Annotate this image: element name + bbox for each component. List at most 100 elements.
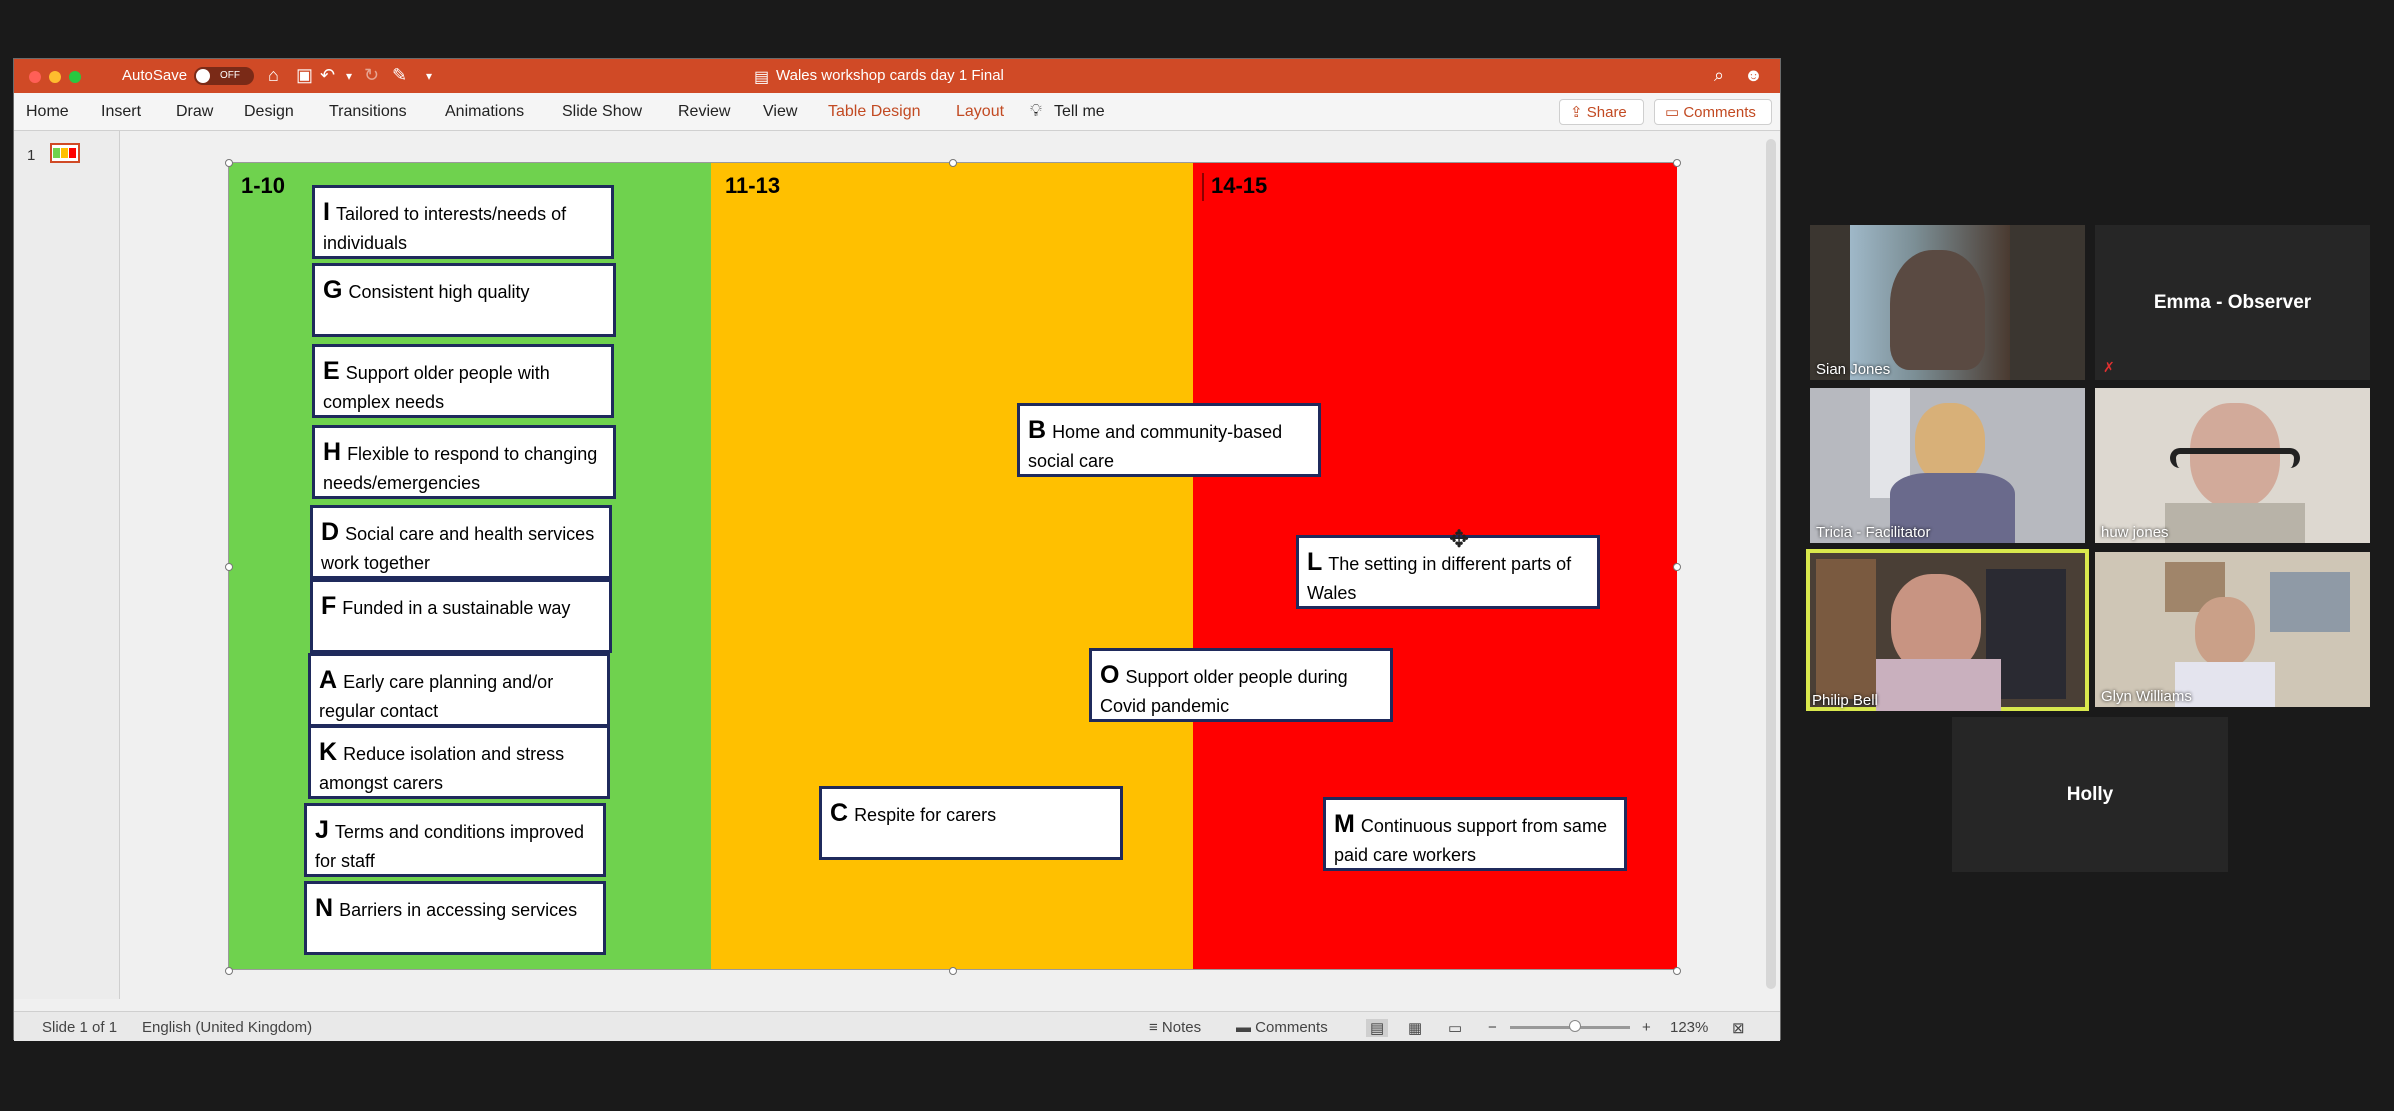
resize-handle[interactable]: [1673, 159, 1681, 167]
title-bar: AutoSave OFF ⌂ ▣ ↶ ▾ ↻ ✎ ▾ ▤ Wales works…: [14, 59, 1780, 93]
card-text: Continuous support from same paid care w…: [1334, 816, 1607, 866]
resize-handle[interactable]: [225, 563, 233, 571]
home-icon[interactable]: ⌂: [268, 65, 279, 86]
tab-draw[interactable]: Draw: [176, 103, 213, 121]
video-tile[interactable]: Sian Jones: [1810, 225, 2085, 380]
minimize-window-button[interactable]: [49, 71, 61, 83]
video-tile[interactable]: huw jones: [2095, 388, 2370, 543]
autosave-toggle[interactable]: OFF: [194, 67, 254, 85]
close-window-button[interactable]: [29, 71, 41, 83]
zoom-level[interactable]: 123%: [1670, 1019, 1708, 1036]
card-h[interactable]: H Flexible to respond to changing needs/e…: [312, 425, 616, 499]
share-button[interactable]: ⇪ Share: [1559, 99, 1644, 125]
resize-handle[interactable]: [949, 967, 957, 975]
tab-layout[interactable]: Layout: [956, 103, 1004, 121]
zoom-in-icon[interactable]: +: [1642, 1019, 1651, 1036]
tab-view[interactable]: View: [763, 103, 797, 121]
vertical-scrollbar[interactable]: [1766, 139, 1776, 989]
tab-home[interactable]: Home: [26, 103, 69, 121]
video-tile-active-speaker[interactable]: Philip Bell: [1806, 549, 2089, 711]
card-letter: J: [315, 816, 329, 844]
participant-name: Tricia - Facilitator: [1816, 524, 1931, 541]
card-letter: M: [1334, 810, 1355, 838]
search-icon[interactable]: ⌕: [1714, 65, 1724, 86]
language-indicator[interactable]: English (United Kingdom): [142, 1019, 312, 1036]
card-n[interactable]: N Barriers in accessing services: [304, 881, 606, 955]
headphones-icon: [2170, 448, 2300, 468]
participant-name: Emma - Observer: [2153, 291, 2312, 313]
slide-thumbnail[interactable]: [50, 143, 80, 163]
normal-view-icon[interactable]: ▤: [1366, 1019, 1389, 1037]
document-title[interactable]: Wales workshop cards day 1 Final: [776, 67, 1004, 84]
tell-me-search[interactable]: Tell me: [1054, 103, 1105, 121]
card-l[interactable]: L The setting in different parts of Wales: [1296, 535, 1600, 609]
card-letter: K: [319, 738, 338, 766]
account-icon[interactable]: ☻: [1744, 65, 1763, 86]
card-text: Respite for carers: [854, 805, 997, 825]
video-tile[interactable]: Glyn Williams: [2095, 552, 2370, 707]
video-tile[interactable]: Emma - Observer ✗: [2095, 225, 2370, 380]
participant-silhouette: [1890, 250, 1985, 370]
slide-canvas[interactable]: 1-10 11-13 14-15 I Tailored to interests/…: [225, 159, 1681, 975]
video-tile[interactable]: Holly: [1952, 717, 2228, 872]
fit-slide-icon[interactable]: ⊠: [1732, 1019, 1745, 1037]
slide-number: 1: [27, 147, 36, 164]
save-icon[interactable]: ▣: [296, 65, 313, 86]
card-letter: B: [1028, 416, 1047, 444]
tab-review[interactable]: Review: [678, 103, 730, 121]
powerpoint-file-icon: ▤: [754, 69, 770, 86]
card-j[interactable]: J Terms and conditions improved for staff: [304, 803, 606, 877]
tab-slide-show[interactable]: Slide Show: [562, 103, 642, 121]
card-o[interactable]: O Support older people during Covid pande…: [1089, 648, 1393, 722]
zoom-slider-handle[interactable]: [1569, 1020, 1581, 1032]
card-i[interactable]: I Tailored to interests/needs of individu…: [312, 185, 614, 259]
resize-handle[interactable]: [949, 159, 957, 167]
card-b[interactable]: B Home and community-based social care: [1017, 403, 1321, 477]
presenter-view-icon[interactable]: ▭: [1448, 1019, 1462, 1037]
customize-toolbar-icon[interactable]: ▾: [426, 69, 432, 83]
participant-silhouette: [2195, 597, 2255, 667]
resize-handle[interactable]: [225, 159, 233, 167]
muted-microphone-icon: ✗: [2103, 359, 2115, 375]
notes-button[interactable]: ≡ Notes: [1149, 1019, 1201, 1036]
card-m[interactable]: M Continuous support from same paid care …: [1323, 797, 1627, 871]
comments-button[interactable]: ▭ Comments: [1654, 99, 1772, 125]
column-header-1-10: 1-10: [241, 173, 286, 198]
resize-handle[interactable]: [1673, 563, 1681, 571]
tab-design[interactable]: Design: [244, 103, 294, 121]
card-e[interactable]: E Support older people with complex needs: [312, 344, 614, 418]
card-letter: N: [315, 894, 334, 922]
card-k[interactable]: K Reduce isolation and stress amongst car…: [308, 725, 610, 799]
card-c[interactable]: C Respite for carers: [819, 786, 1123, 860]
tab-animations[interactable]: Animations: [445, 103, 524, 121]
card-d[interactable]: D Social care and health services work to…: [310, 505, 612, 579]
participant-clothing: [2165, 503, 2305, 543]
card-letter: C: [830, 799, 849, 827]
undo-dropdown-icon[interactable]: ▾: [346, 69, 352, 83]
redo-icon[interactable]: ↻: [364, 65, 379, 86]
card-a[interactable]: A Early care planning and/or regular cont…: [308, 653, 610, 727]
resize-handle[interactable]: [225, 967, 233, 975]
card-text: Early care planning and/or regular conta…: [319, 672, 554, 722]
resize-handle[interactable]: [1673, 967, 1681, 975]
tab-table-design[interactable]: Table Design: [828, 103, 921, 121]
video-tile[interactable]: Tricia - Facilitator: [1810, 388, 2085, 543]
card-text: Funded in a sustainable way: [342, 598, 571, 618]
undo-icon[interactable]: ↶: [320, 65, 335, 86]
card-g[interactable]: G Consistent high quality: [312, 263, 616, 337]
zoom-out-icon[interactable]: −: [1488, 1019, 1497, 1036]
participant-name: huw jones: [2101, 524, 2169, 541]
card-text: Flexible to respond to changing needs/em…: [323, 444, 598, 494]
slide-thumbnail-pane: 1: [14, 131, 120, 999]
comment-icon: ▭: [1665, 104, 1684, 121]
zoom-window-button[interactable]: [69, 71, 81, 83]
slide-sorter-icon[interactable]: ▦: [1408, 1019, 1422, 1037]
tab-transitions[interactable]: Transitions: [329, 103, 407, 121]
status-comments-button[interactable]: ▬ Comments: [1236, 1019, 1328, 1036]
card-text: Support older people with complex needs: [323, 363, 550, 413]
card-text: Reduce isolation and stress amongst care…: [319, 744, 565, 794]
tab-insert[interactable]: Insert: [101, 103, 141, 121]
autosave-label: AutoSave: [122, 67, 188, 84]
edit-icon[interactable]: ✎: [392, 65, 407, 86]
card-f[interactable]: F Funded in a sustainable way: [310, 579, 612, 653]
